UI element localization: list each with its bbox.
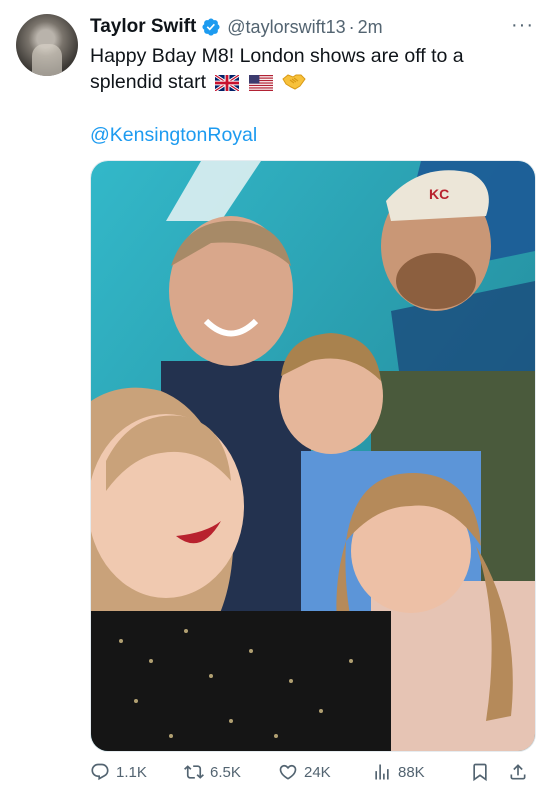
views-icon (375, 764, 389, 780)
verified-badge-icon (202, 18, 220, 36)
like-button[interactable]: 24K (278, 762, 331, 782)
mention-link[interactable]: @KensingtonRoyal (90, 124, 257, 147)
retweet-icon (184, 765, 204, 779)
share-icon (510, 764, 526, 780)
reply-icon (91, 763, 109, 781)
handshake-icon (282, 71, 306, 98)
like-count: 24K (304, 763, 331, 781)
retweet-count: 6.5K (210, 763, 241, 781)
bookmark-button[interactable] (470, 762, 496, 782)
tweet-text: Happy Bday M8! London shows are off to a… (90, 43, 520, 98)
user-handle[interactable]: @taylorswift13 (227, 17, 345, 38)
views-count: 88K (398, 763, 425, 781)
action-bar: 1.1K 6.5K 24K 88K (90, 762, 536, 786)
share-button[interactable] (508, 762, 534, 782)
reply-count: 1.1K (116, 763, 147, 781)
views-button[interactable]: 88K (372, 762, 425, 782)
profile-avatar[interactable] (16, 14, 78, 76)
tweet-body: Happy Bday M8! London shows are off to a… (90, 45, 464, 93)
more-options-icon[interactable]: ··· (511, 14, 534, 37)
separator-dot: · (348, 16, 355, 37)
hat-logo-text: KC (429, 186, 449, 202)
heart-icon (279, 764, 297, 780)
reply-button[interactable]: 1.1K (90, 762, 147, 782)
timestamp[interactable]: 2m (358, 17, 383, 38)
bookmark-icon (473, 763, 487, 782)
retweet-button[interactable]: 6.5K (184, 762, 241, 782)
uk-flag-icon (214, 72, 241, 98)
us-flag-icon (248, 72, 273, 98)
tweet-header: Taylor Swift @taylorswift13 · 2m ··· (90, 14, 536, 40)
tweet-photo[interactable]: KC (90, 160, 536, 752)
display-name[interactable]: Taylor Swift (90, 16, 196, 38)
